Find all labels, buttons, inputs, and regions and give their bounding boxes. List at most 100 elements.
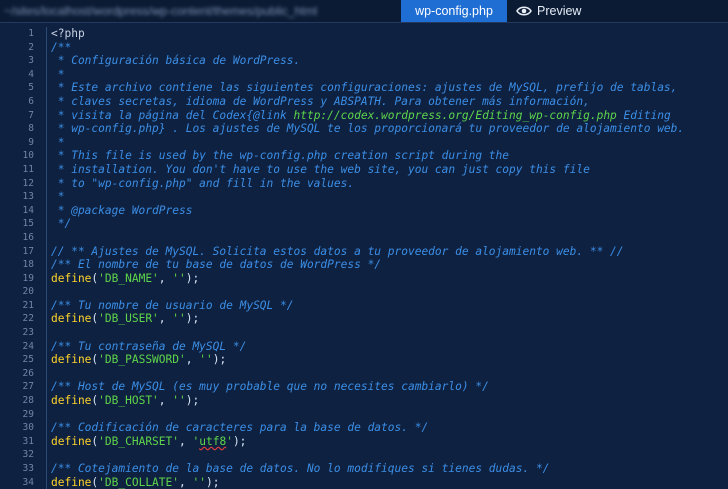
code-line[interactable] <box>47 231 727 245</box>
code-token: , <box>179 434 193 448</box>
code-line[interactable]: * visita la página del Codex{@link http:… <box>47 109 727 123</box>
code-line[interactable]: /** Tu nombre de usuario de MySQL */ <box>47 299 727 313</box>
line-number: 16 <box>22 231 34 243</box>
line-number: 28 <box>22 395 34 407</box>
code-area[interactable]: <?php/** * Configuración básica de WordP… <box>46 27 727 489</box>
line-number: 34 <box>22 476 34 488</box>
code-token: define <box>51 434 92 448</box>
line-number: 18 <box>22 259 34 271</box>
line-number: 12 <box>22 177 34 189</box>
line-number: 5 <box>28 82 34 94</box>
code-line[interactable]: * <box>47 190 727 204</box>
code-token: /** Tu nombre de usuario de MySQL */ <box>51 298 294 312</box>
line-number: 27 <box>22 381 34 393</box>
code-line[interactable]: /** Tu contraseña de MySQL */ <box>47 340 727 354</box>
code-token: /** <box>51 40 72 54</box>
preview-label: Preview <box>537 4 582 18</box>
code-line[interactable] <box>47 326 727 340</box>
code-line[interactable]: define('DB_HOST', ''); <box>47 394 727 408</box>
code-line[interactable]: /** Codificación de caracteres para la b… <box>47 421 727 435</box>
code-token: * Configuración básica de WordPress. <box>51 54 301 68</box>
line-number: 20 <box>22 286 34 298</box>
code-token: // ** Ajustes de MySQL. Solicita estos d… <box>51 244 624 258</box>
eye-icon <box>516 6 532 16</box>
code-token: define <box>51 312 92 326</box>
code-token: 'DB_PASSWORD' <box>98 353 186 367</box>
line-number-gutter: 1 2 3 4 5 6 7 8 9 10 11 12 13 14 15 16 17 18 19 20 21 22 23 24 2… <box>0 27 40 489</box>
code-line[interactable]: */ <box>47 217 727 231</box>
code-token: /** Tu contraseña de MySQL */ <box>51 339 247 353</box>
code-token: 'DB_CHARSET' <box>98 434 179 448</box>
code-line[interactable]: * <box>47 68 727 82</box>
code-line[interactable]: define('DB_USER', ''); <box>47 312 727 326</box>
code-token: 'DB_USER' <box>98 312 159 326</box>
line-number: 22 <box>22 313 34 325</box>
code-line[interactable]: * wp-config.php} . Los ajustes de MySQL … <box>47 122 727 136</box>
line-number: 13 <box>22 191 34 203</box>
line-number: 15 <box>22 218 34 230</box>
code-token: */ <box>51 217 72 231</box>
code-token: ' <box>226 434 233 448</box>
code-token: * installation. You don't have to use th… <box>51 162 590 176</box>
code-line[interactable]: /** <box>47 41 727 55</box>
tab-wp-config[interactable]: wp-config.php <box>401 0 507 22</box>
code-line[interactable]: define('DB_CHARSET', 'utf8'); <box>47 435 727 449</box>
code-token: define <box>51 394 92 408</box>
code-line[interactable]: <?php <box>47 27 727 41</box>
code-line[interactable]: /** Cotejamiento de la base de datos. No… <box>47 462 727 476</box>
code-token: * Este archivo contiene las siguientes c… <box>51 81 678 95</box>
code-token: , <box>158 271 173 285</box>
code-token: * This file is used by the wp-config.php… <box>51 149 510 163</box>
code-token: 'DB_NAME' <box>98 271 159 285</box>
code-line[interactable]: * to "wp-config.php" and fill in the val… <box>47 177 727 191</box>
code-token: ( <box>91 475 99 489</box>
code-token: ); <box>205 475 220 489</box>
code-token: ); <box>185 394 200 408</box>
line-number: 2 <box>28 41 34 53</box>
code-line[interactable] <box>47 448 727 462</box>
code-line[interactable] <box>47 367 727 381</box>
code-line[interactable]: define('DB_PASSWORD', ''); <box>47 353 727 367</box>
code-line[interactable]: * Este archivo contiene las siguientes c… <box>47 81 727 95</box>
file-path-breadcrumb[interactable]: ~/sites/localhost/wordpress/wp-content/t… <box>4 3 396 19</box>
code-line[interactable]: define('DB_COLLATE', ''); <box>47 476 727 489</box>
code-token: '' <box>172 394 186 408</box>
line-number: 33 <box>22 463 34 474</box>
line-number: 31 <box>22 435 34 447</box>
code-line[interactable]: * claves secretas, idioma de WordPress y… <box>47 95 727 109</box>
code-line[interactable]: // ** Ajustes de MySQL. Solicita estos d… <box>47 245 727 259</box>
line-number: 7 <box>28 109 34 121</box>
code-line[interactable]: * @package WordPress <box>47 204 727 218</box>
code-line[interactable]: * <box>47 136 727 150</box>
code-line[interactable]: * Configuración básica de WordPress. <box>47 54 727 68</box>
line-number: 6 <box>28 95 34 107</box>
code-token: * to "wp-config.php" and fill in the val… <box>51 176 355 190</box>
code-token: '' <box>199 353 213 367</box>
preview-button[interactable]: Preview <box>516 0 581 22</box>
code-line[interactable]: define('DB_NAME', ''); <box>47 272 727 286</box>
line-number: 19 <box>22 272 34 284</box>
code-line[interactable]: /** Host de MySQL (es muy probable que n… <box>47 380 727 394</box>
code-line[interactable]: /** El nombre de tu base de datos de Wor… <box>47 258 727 272</box>
code-line[interactable] <box>47 285 727 299</box>
code-token: * <box>51 67 65 81</box>
code-token: utf8 <box>199 434 227 448</box>
code-line[interactable]: * This file is used by the wp-config.php… <box>47 149 727 163</box>
code-token: define <box>51 475 92 489</box>
line-number: 9 <box>28 136 34 148</box>
code-token: /** Cotejamiento de la base de datos. No… <box>51 462 550 475</box>
code-token: 'DB_COLLATE' <box>98 475 179 489</box>
code-line[interactable] <box>47 408 727 422</box>
code-token: , <box>158 394 173 408</box>
code-token: '' <box>192 475 206 489</box>
code-token: 'DB_HOST' <box>98 394 159 408</box>
code-token: , <box>179 475 193 489</box>
line-number: 14 <box>22 204 34 216</box>
line-number: 26 <box>22 367 34 379</box>
code-token: '' <box>172 271 186 285</box>
code-token: http://codex.wordpress.org/Editing_wp-co… <box>293 108 617 122</box>
code-line[interactable]: * installation. You don't have to use th… <box>47 163 727 177</box>
code-token: ); <box>185 271 200 285</box>
editor-tab-bar: ~/sites/localhost/wordpress/wp-content/t… <box>0 0 728 23</box>
line-number: 23 <box>22 327 34 339</box>
